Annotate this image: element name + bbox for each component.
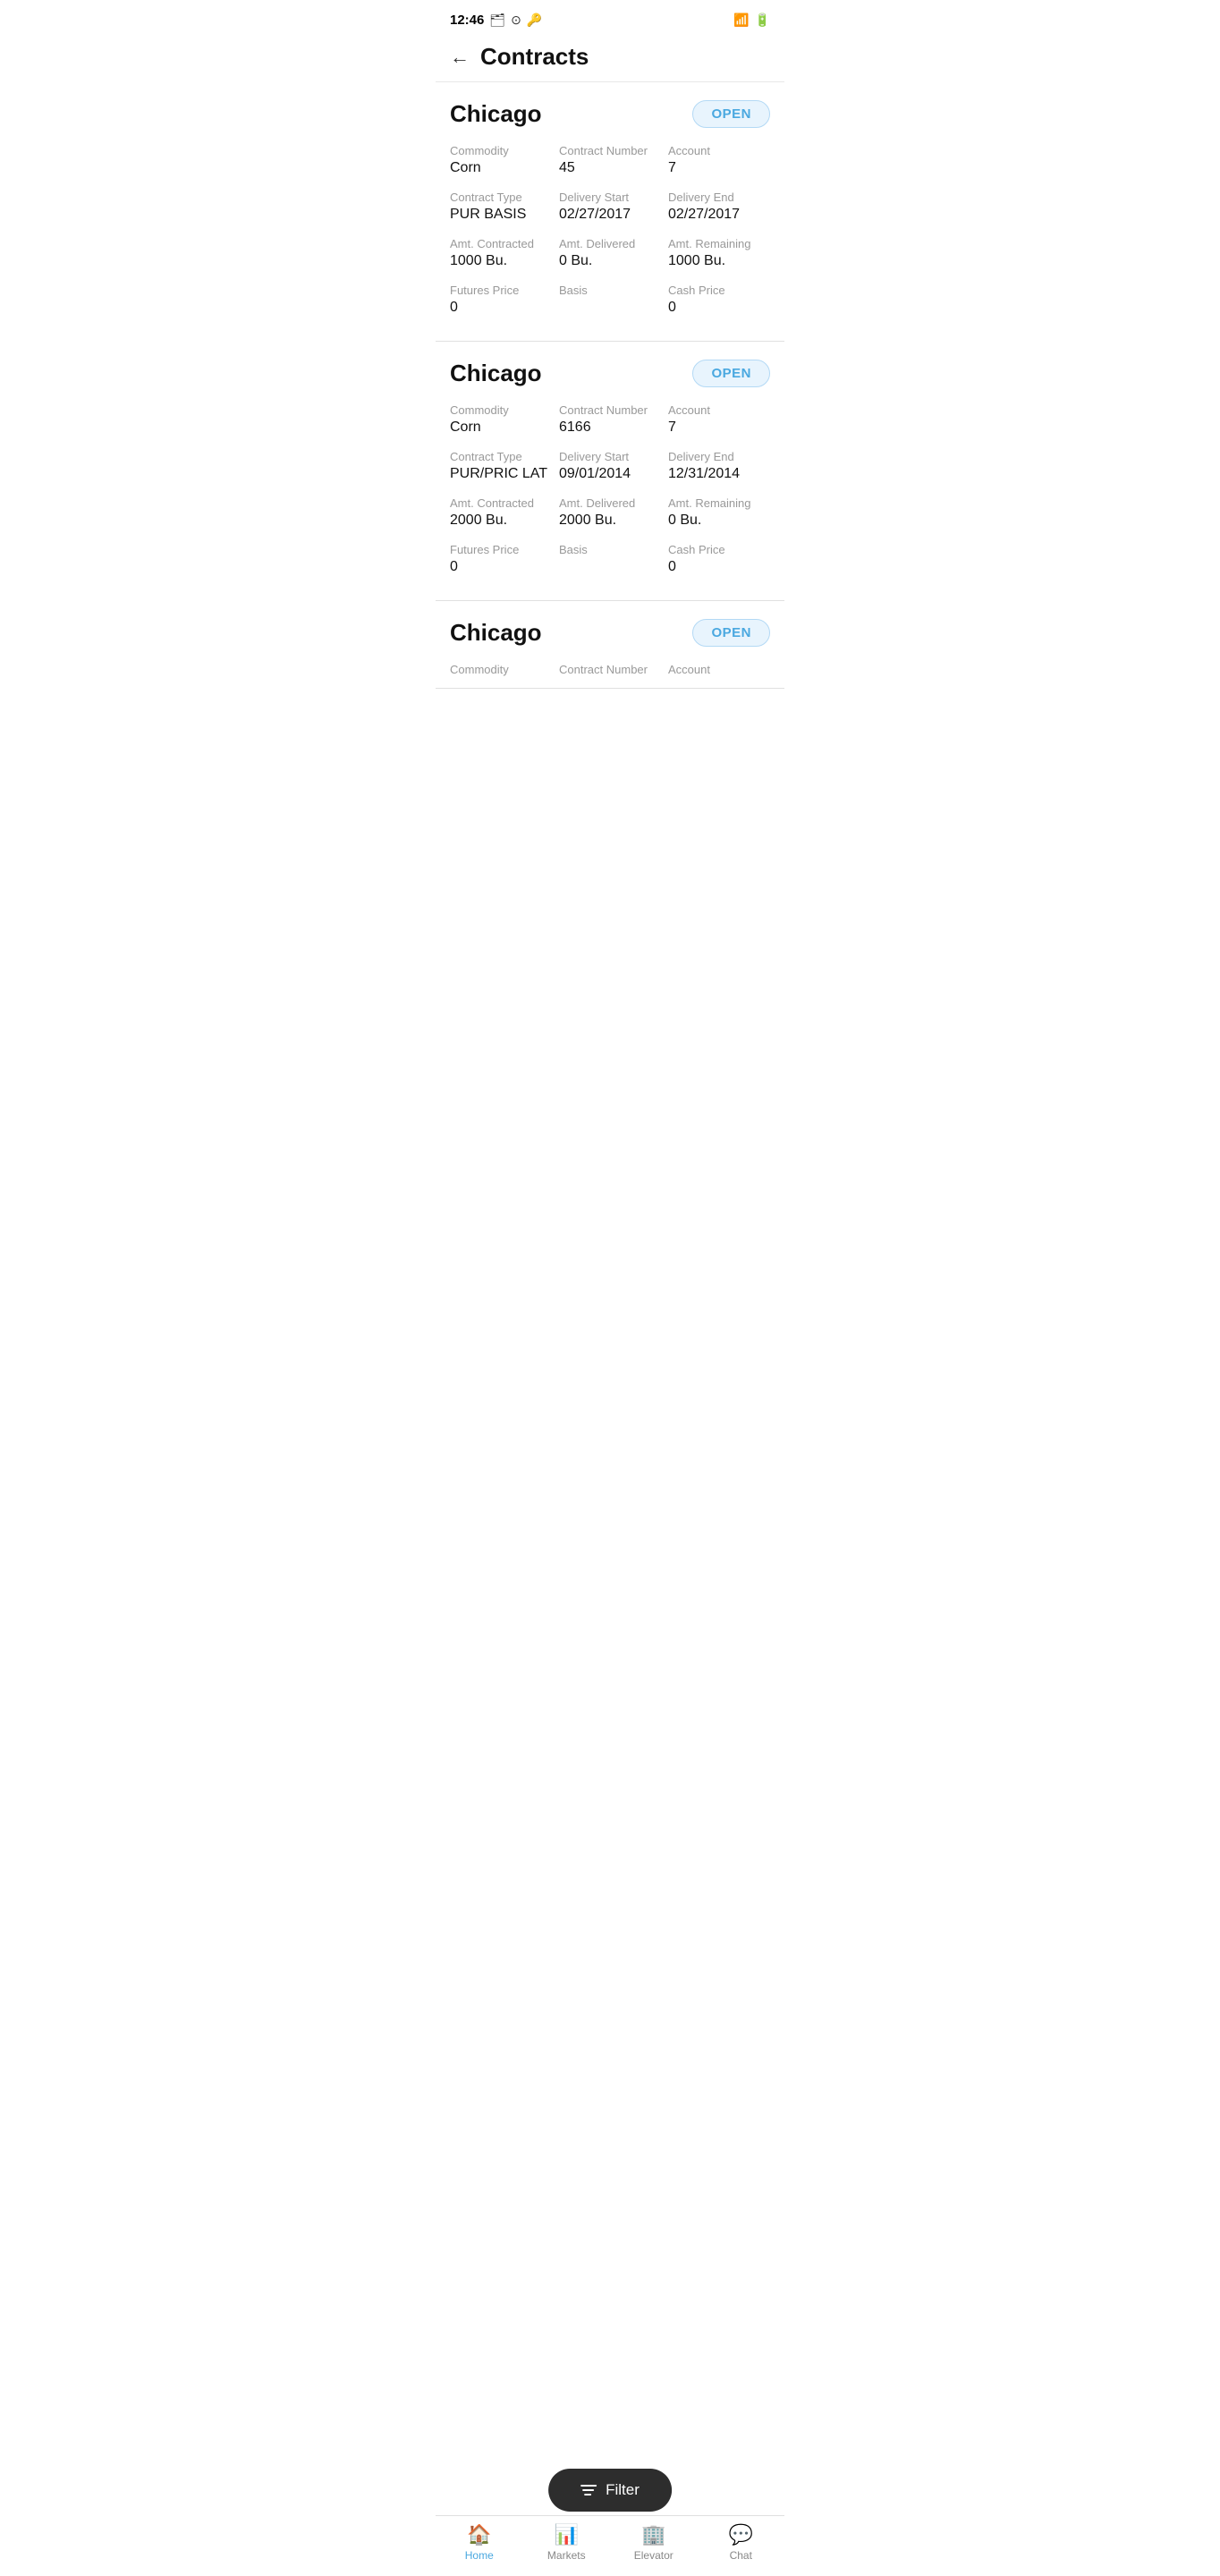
status-badge-1: OPEN	[692, 100, 770, 128]
markets-icon: 📊	[555, 2523, 579, 2546]
field-futures-price-2: Futures Price 0	[450, 543, 552, 579]
field-futures-price-1: Futures Price 0	[450, 284, 552, 319]
fields-grid-2: Commodity Corn Contract Number 6166 Acco…	[450, 403, 770, 579]
location-name-2: Chicago	[450, 360, 542, 387]
page-title: Contracts	[480, 43, 589, 71]
field-contract-number-2: Contract Number 6166	[559, 403, 661, 436]
nav-label-markets: Markets	[547, 2549, 586, 2562]
field-account-1: Account 7	[668, 144, 770, 176]
field-amt-remaining-1: Amt. Remaining 1000 Bu.	[668, 237, 770, 269]
status-badge-3: OPEN	[692, 619, 770, 647]
back-button[interactable]: ←	[450, 46, 470, 69]
nav-item-elevator[interactable]: 🏢 Elevator	[627, 2523, 681, 2562]
field-delivery-start-1: Delivery Start 02/27/2017	[559, 191, 661, 223]
field-delivery-end-1: Delivery End 02/27/2017	[668, 191, 770, 223]
field-delivery-start-2: Delivery Start 09/01/2014	[559, 450, 661, 482]
card-header-1: Chicago OPEN	[450, 100, 770, 128]
field-commodity-2: Commodity Corn	[450, 403, 552, 436]
filter-icon	[580, 2485, 597, 2496]
contract-card-1: Chicago OPEN Commodity Corn Contract Num…	[436, 82, 784, 342]
contract-card-3: Chicago OPEN Commodity Contract Number A…	[436, 601, 784, 689]
nav-label-home: Home	[465, 2549, 494, 2562]
contract-card-2: Chicago OPEN Commodity Corn Contract Num…	[436, 342, 784, 601]
home-icon: 🏠	[467, 2523, 491, 2546]
key-icon: 🔑	[527, 13, 542, 28]
field-amt-delivered-1: Amt. Delivered 0 Bu.	[559, 237, 661, 269]
field-basis-1: Basis	[559, 284, 661, 319]
nav-item-chat[interactable]: 💬 Chat	[714, 2523, 767, 2562]
page-header: ← Contracts	[436, 36, 784, 82]
field-account-2: Account 7	[668, 403, 770, 436]
wifi-icon: 📶	[733, 13, 749, 28]
field-cash-price-2: Cash Price 0	[668, 543, 770, 579]
chat-icon: 💬	[729, 2523, 753, 2546]
field-contract-number-1: Contract Number 45	[559, 144, 661, 176]
field-contract-type-2: Contract Type PUR/PRIC LAT	[450, 450, 552, 482]
card-header-2: Chicago OPEN	[450, 360, 770, 387]
card-header-3: Chicago OPEN	[450, 619, 770, 647]
location-name-3: Chicago	[450, 619, 542, 647]
field-basis-2: Basis	[559, 543, 661, 579]
nav-label-elevator: Elevator	[634, 2549, 674, 2562]
location-name-1: Chicago	[450, 100, 542, 128]
contracts-list: Chicago OPEN Commodity Corn Contract Num…	[436, 82, 784, 760]
fields-grid-3: Commodity Contract Number Account	[450, 663, 770, 679]
field-contract-type-1: Contract Type PUR BASIS	[450, 191, 552, 223]
battery-icon: 🔋	[755, 13, 770, 28]
field-amt-contracted-1: Amt. Contracted 1000 Bu.	[450, 237, 552, 269]
field-amt-delivered-2: Amt. Delivered 2000 Bu.	[559, 496, 661, 529]
field-contract-number-label-3: Contract Number	[559, 663, 661, 679]
status-time: 12:46	[450, 13, 484, 28]
field-delivery-end-2: Delivery End 12/31/2014	[668, 450, 770, 482]
field-account-label-3: Account	[668, 663, 770, 679]
status-bar: 12:46 🗂 ⊙ 🔑 📶 🔋	[436, 0, 784, 36]
field-amt-remaining-2: Amt. Remaining 0 Bu.	[668, 496, 770, 529]
status-badge-2: OPEN	[692, 360, 770, 387]
avenza-icon: ⊙	[511, 13, 521, 28]
field-commodity-label-3: Commodity	[450, 663, 552, 679]
bottom-nav: 🏠 Home 📊 Markets 🏢 Elevator 💬 Chat	[436, 2515, 784, 2576]
filter-button[interactable]: Filter	[548, 2469, 672, 2512]
field-commodity-1: Commodity Corn	[450, 144, 552, 176]
fields-grid-1: Commodity Corn Contract Number 45 Accoun…	[450, 144, 770, 319]
nav-item-home[interactable]: 🏠 Home	[453, 2523, 506, 2562]
nav-item-markets[interactable]: 📊 Markets	[539, 2523, 593, 2562]
elevator-icon: 🏢	[641, 2523, 665, 2546]
sim-icon: 🗂	[489, 13, 505, 28]
field-cash-price-1: Cash Price 0	[668, 284, 770, 319]
filter-label: Filter	[606, 2481, 640, 2499]
nav-label-chat: Chat	[730, 2549, 752, 2562]
field-amt-contracted-2: Amt. Contracted 2000 Bu.	[450, 496, 552, 529]
